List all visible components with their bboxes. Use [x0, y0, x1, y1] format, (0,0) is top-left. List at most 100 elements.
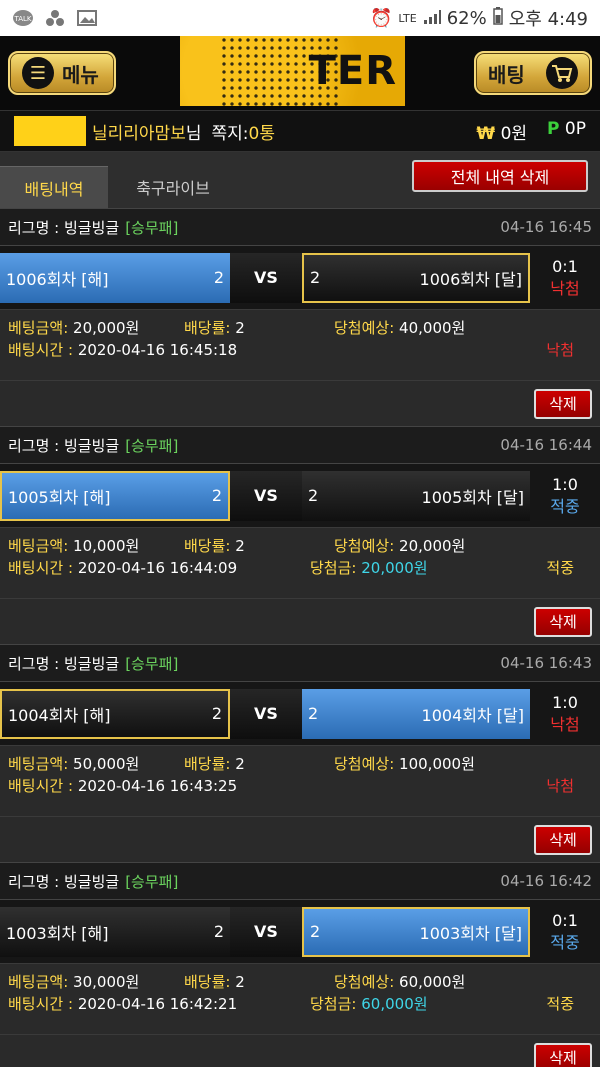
- bet-time: 04-16 16:44: [500, 436, 592, 454]
- home-team-name: 1003회차 [해]: [6, 923, 109, 943]
- network-label: LTE: [398, 11, 417, 25]
- home-team-name: 1004회차 [해]: [8, 705, 111, 725]
- win-amount-value: 20,000원: [361, 558, 428, 577]
- home-team-option[interactable]: 1006회차 [해] 2: [0, 252, 230, 303]
- username-suffix: 님: [185, 123, 202, 144]
- bet-amount-label: 베팅금액:: [8, 536, 69, 555]
- expected-win: 당첨예상: 60,000원: [334, 971, 465, 992]
- bet-datetime-value: 2020-04-16 16:44:09: [77, 558, 238, 577]
- away-team-option[interactable]: 2 1005회차 [달]: [302, 470, 530, 521]
- bet-amount: 베팅금액: 30,000원: [8, 971, 139, 992]
- match-result: 0:1 적중: [530, 910, 600, 954]
- vs-label: VS: [230, 470, 302, 521]
- delete-button[interactable]: 삭제: [534, 1042, 592, 1067]
- match-result: 1:0 낙첨: [530, 692, 600, 736]
- home-team-option[interactable]: 1005회차 [해] 2: [0, 470, 230, 521]
- bet-datetime: 배팅시간 : 2020-04-16 16:43:25: [8, 775, 237, 796]
- bet-datetime-value: 2020-04-16 16:45:18: [77, 340, 238, 359]
- expected-win-value: 40,000원: [399, 318, 466, 337]
- bet-card-header: 리그명 : 빙글빙글 [승무패] 04-16 16:42: [0, 862, 600, 900]
- user-level-badge: [14, 116, 86, 146]
- away-team-option[interactable]: 2 1003회차 [달]: [302, 906, 530, 957]
- match-outcome: 낙첨: [550, 714, 580, 734]
- bet-card: 리그명 : 빙글빙글 [승무패] 04-16 16:42 1003회차 [해] …: [0, 862, 600, 1067]
- signal-icon: [423, 8, 441, 29]
- away-team-name: 1005회차 [달]: [421, 487, 524, 507]
- alarm-icon: ⏰: [370, 7, 393, 29]
- point-value: 0P: [564, 118, 586, 139]
- away-team-name: 1003회차 [달]: [419, 923, 522, 943]
- delete-row: 삭제: [0, 1034, 600, 1067]
- vs-label: VS: [230, 688, 302, 739]
- match-outcome: 적중: [550, 932, 580, 952]
- league-name: 리그명 : 빙글빙글: [8, 872, 120, 891]
- bet-type: [승무패]: [125, 872, 179, 891]
- tabs-bar: 배팅내역 축구라이브 전체 내역 삭제: [0, 152, 600, 208]
- bet-odds-label: 배당률:: [184, 318, 231, 337]
- vs-label: VS: [230, 252, 302, 303]
- app-header: ☰ 메뉴 TER 배팅: [0, 36, 600, 110]
- delete-button[interactable]: 삭제: [534, 824, 592, 855]
- expected-win: 당첨예상: 40,000원: [334, 317, 465, 338]
- match-score: 0:1: [552, 910, 578, 930]
- match-result: 0:1 낙첨: [530, 256, 600, 300]
- menu-button[interactable]: ☰ 메뉴: [8, 51, 116, 95]
- match-score: 1:0: [552, 692, 578, 712]
- bet-odds-value: 2: [235, 536, 245, 555]
- messages-link[interactable]: 쪽지:0통: [211, 119, 274, 144]
- expected-win-value: 100,000원: [399, 754, 475, 773]
- bet-card-header: 리그명 : 빙글빙글 [승무패] 04-16 16:44: [0, 426, 600, 464]
- image-icon: [76, 9, 98, 27]
- bet-odds-value: 2: [235, 972, 245, 991]
- bet-card: 리그명 : 빙글빙글 [승무패] 04-16 16:44 1005회차 [해] …: [0, 426, 600, 644]
- expected-win-label: 당첨예상:: [334, 318, 395, 337]
- tab-soccer-live[interactable]: 축구라이브: [108, 166, 238, 208]
- bet-amount: 베팅금액: 10,000원: [8, 535, 139, 556]
- expected-win-label: 당첨예상:: [334, 754, 395, 773]
- bet-odds-label: 배당률:: [184, 754, 231, 773]
- bet-amount-value: 50,000원: [73, 754, 140, 773]
- bet-amount-label: 베팅금액:: [8, 972, 69, 991]
- username[interactable]: 닐리리아맘보: [92, 119, 186, 144]
- site-logo[interactable]: TER: [180, 36, 405, 106]
- won-icon: ₩: [476, 123, 496, 144]
- bet-datetime: 배팅시간 : 2020-04-16 16:44:09: [8, 557, 237, 578]
- match-row: 1004회차 [해] 2 VS 2 1004회차 [달] 1:0 낙첨: [0, 682, 600, 746]
- home-odds: 2: [211, 486, 222, 505]
- bet-datetime-label: 배팅시간 :: [8, 776, 74, 795]
- bet-amount: 베팅금액: 50,000원: [8, 753, 139, 774]
- bet-datetime: 배팅시간 : 2020-04-16 16:42:21: [8, 993, 237, 1014]
- bet-odds-label: 배당률:: [184, 972, 231, 991]
- tab-bet-history[interactable]: 배팅내역: [0, 166, 108, 208]
- menu-label: 메뉴: [62, 62, 99, 87]
- bet-info: 베팅금액: 20,000원 배당률: 2 당첨예상: 40,000원 배팅시간 …: [0, 310, 600, 380]
- bet-odds: 배당률: 2: [184, 753, 245, 774]
- home-team-option[interactable]: 1003회차 [해] 2: [0, 906, 230, 957]
- league-name: 리그명 : 빙글빙글: [8, 218, 120, 237]
- bet-button[interactable]: 배팅: [474, 51, 592, 95]
- battery-level: 62%: [446, 7, 487, 29]
- expected-win: 당첨예상: 20,000원: [334, 535, 465, 556]
- bet-list: 리그명 : 빙글빙글 [승무패] 04-16 16:45 1006회차 [해] …: [0, 208, 600, 1067]
- bet-datetime-label: 배팅시간 :: [8, 994, 74, 1013]
- delete-row: 삭제: [0, 816, 600, 862]
- bet-status: 낙첨: [546, 776, 574, 795]
- match-row: 1005회차 [해] 2 VS 2 1005회차 [달] 1:0 적중: [0, 464, 600, 528]
- bet-datetime-value: 2020-04-16 16:43:25: [77, 776, 238, 795]
- league-name: 리그명 : 빙글빙글: [8, 654, 120, 673]
- messages-count: 0통: [248, 123, 275, 144]
- away-odds: 2: [308, 704, 319, 723]
- bet-datetime-value: 2020-04-16 16:42:21: [77, 994, 238, 1013]
- away-team-option[interactable]: 2 1004회차 [달]: [302, 688, 530, 739]
- vs-label: VS: [230, 906, 302, 957]
- bet-amount-label: 베팅금액:: [8, 318, 69, 337]
- delete-button[interactable]: 삭제: [534, 388, 592, 419]
- delete-all-button[interactable]: 전체 내역 삭제: [412, 160, 588, 192]
- cart-icon: [546, 57, 578, 89]
- delete-button[interactable]: 삭제: [534, 606, 592, 637]
- expected-win-value: 60,000원: [399, 972, 466, 991]
- talk-icon: TALK: [12, 9, 34, 27]
- home-team-option[interactable]: 1004회차 [해] 2: [0, 688, 230, 739]
- status-bar: TALK ⏰ LTE 62% 오후 4:49: [0, 0, 600, 36]
- away-team-option[interactable]: 2 1006회차 [달]: [302, 252, 530, 303]
